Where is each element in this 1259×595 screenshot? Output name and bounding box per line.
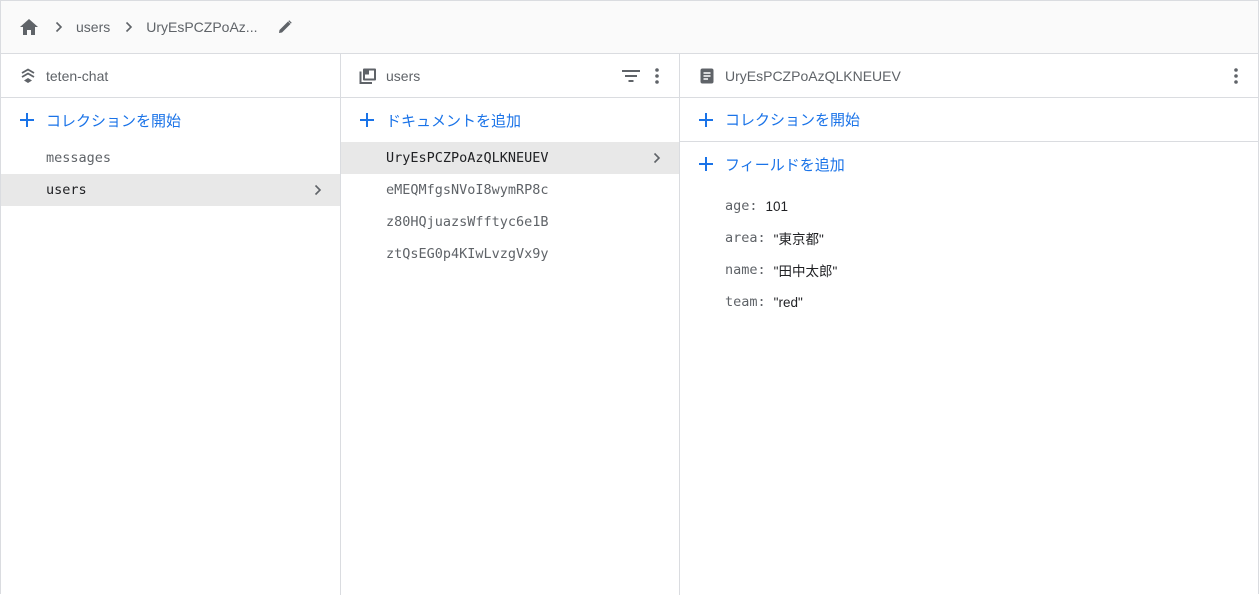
database-stack-icon — [18, 66, 38, 86]
document-list: UryEsPCZPoAzQLKNEUEV eMEQMfgsNVoI8wymRP8… — [341, 142, 679, 270]
field-colon: : — [749, 198, 758, 214]
list-item-label: ztQsEG0p4KIwLvzgVx9y — [386, 246, 549, 262]
collection-panel-title: users — [386, 67, 421, 84]
plus-icon — [696, 110, 716, 130]
add-field-label: フィールドを追加 — [725, 156, 845, 174]
field-value: "red" — [773, 294, 803, 310]
list-item-users[interactable]: users — [1, 174, 340, 206]
plus-icon — [17, 110, 37, 130]
list-item-document[interactable]: ztQsEG0p4KIwLvzgVx9y — [341, 238, 679, 270]
breadcrumb: users UryEsPCZPoAz... — [1, 1, 1258, 54]
field-row-age[interactable]: age: 101 — [680, 190, 1258, 222]
chevron-right-icon — [649, 150, 665, 166]
add-field-button[interactable]: フィールドを追加 — [680, 142, 1258, 186]
root-panel-header: teten-chat — [1, 54, 340, 98]
list-item-label: z80HQjuazsWfftyc6e1B — [386, 214, 549, 230]
field-value: 101 — [765, 198, 789, 214]
collection-panel-actions — [621, 54, 667, 98]
add-document-label: ドキュメントを追加 — [386, 112, 522, 130]
field-row-name[interactable]: name: "田中太郎" — [680, 254, 1258, 286]
chevron-right-icon — [122, 20, 136, 34]
document-panel-header: UryEsPCZPoAzQLKNEUEV — [680, 54, 1258, 98]
field-value: "田中太郎" — [773, 264, 838, 279]
collection-list: messages users — [1, 142, 340, 206]
home-icon[interactable] — [18, 16, 40, 38]
field-key: team — [725, 294, 758, 310]
list-item-document[interactable]: eMEQMfgsNVoI8wymRP8c — [341, 174, 679, 206]
breadcrumb-item-document[interactable]: UryEsPCZPoAz... — [146, 19, 257, 35]
start-collection-button[interactable]: コレクションを開始 — [1, 98, 340, 142]
pencil-icon[interactable] — [276, 18, 294, 36]
field-colon: : — [757, 262, 766, 278]
breadcrumb-item-users[interactable]: users — [76, 19, 110, 35]
field-key: age — [725, 198, 750, 214]
list-item-document[interactable]: UryEsPCZPoAzQLKNEUEV — [341, 142, 679, 174]
document-panel-title: UryEsPCZPoAzQLKNEUEV — [725, 67, 901, 84]
firestore-data-viewer: users UryEsPCZPoAz... teten-chat コレクションを… — [0, 0, 1259, 595]
list-item-document[interactable]: z80HQjuazsWfftyc6e1B — [341, 206, 679, 238]
start-subcollection-label: コレクションを開始 — [725, 112, 861, 129]
field-row-team[interactable]: team: "red" — [680, 286, 1258, 318]
collection-panel-header: users — [341, 54, 679, 98]
list-item-label: messages — [46, 150, 112, 166]
field-list: age: 101 area: "東京都" name: "田中太郎" team: … — [680, 186, 1258, 318]
chevron-right-icon — [52, 20, 66, 34]
start-collection-label: コレクションを開始 — [46, 112, 182, 130]
field-colon: : — [757, 294, 766, 310]
collection-panel: users ドキュメントを追加 UryEsPCZPoAzQLKNEUEV eME… — [341, 54, 680, 595]
list-item-label: users — [46, 182, 87, 198]
field-key: name — [725, 262, 758, 278]
document-panel-actions — [1226, 54, 1246, 98]
more-vert-icon[interactable] — [647, 64, 667, 88]
field-row-area[interactable]: area: "東京都" — [680, 222, 1258, 254]
list-item-label: UryEsPCZPoAzQLKNEUEV — [386, 150, 549, 166]
field-value: "東京都" — [773, 232, 824, 247]
document-icon — [697, 66, 717, 86]
root-panel: teten-chat コレクションを開始 messages users — [1, 54, 341, 595]
add-document-button[interactable]: ドキュメントを追加 — [341, 98, 679, 142]
more-vert-icon[interactable] — [1226, 64, 1246, 88]
document-panel: UryEsPCZPoAzQLKNEUEV コレクションを開始 フィールドを追加 … — [680, 54, 1258, 595]
start-subcollection-button[interactable]: コレクションを開始 — [680, 98, 1258, 142]
filter-icon[interactable] — [621, 64, 641, 88]
plus-icon — [696, 154, 716, 174]
list-item-label: eMEQMfgsNVoI8wymRP8c — [386, 182, 549, 198]
collection-icon — [358, 66, 378, 86]
plus-icon — [357, 110, 377, 130]
list-item-messages[interactable]: messages — [1, 142, 340, 174]
chevron-right-icon — [310, 182, 326, 198]
field-colon: : — [757, 230, 766, 246]
root-panel-title: teten-chat — [46, 67, 109, 84]
field-key: area — [725, 230, 758, 246]
